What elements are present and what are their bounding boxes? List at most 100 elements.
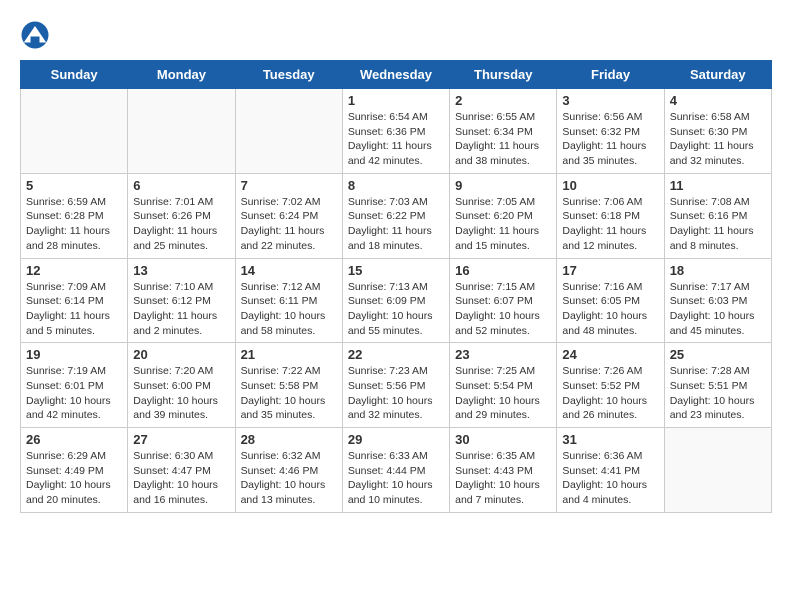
day-info: Sunrise: 6:30 AM Sunset: 4:47 PM Dayligh…: [133, 449, 229, 508]
day-info: Sunrise: 7:20 AM Sunset: 6:00 PM Dayligh…: [133, 364, 229, 423]
calendar-cell: 10 Sunrise: 7:06 AM Sunset: 6:18 PM Dayli…: [557, 173, 664, 258]
weekday-header: Monday: [128, 61, 235, 89]
calendar-cell: 21 Sunrise: 7:22 AM Sunset: 5:58 PM Dayli…: [235, 343, 342, 428]
day-info: Sunrise: 6:58 AM Sunset: 6:30 PM Dayligh…: [670, 110, 766, 169]
day-info: Sunrise: 7:23 AM Sunset: 5:56 PM Dayligh…: [348, 364, 444, 423]
calendar-cell: 30 Sunrise: 6:35 AM Sunset: 4:43 PM Dayli…: [450, 428, 557, 513]
day-number: 28: [241, 432, 337, 447]
day-info: Sunrise: 7:03 AM Sunset: 6:22 PM Dayligh…: [348, 195, 444, 254]
day-number: 22: [348, 347, 444, 362]
day-info: Sunrise: 6:29 AM Sunset: 4:49 PM Dayligh…: [26, 449, 122, 508]
day-info: Sunrise: 7:15 AM Sunset: 6:07 PM Dayligh…: [455, 280, 551, 339]
day-number: 24: [562, 347, 658, 362]
calendar-week-row: 5 Sunrise: 6:59 AM Sunset: 6:28 PM Daylig…: [21, 173, 772, 258]
calendar-cell: 7Sunrise: 7:02 AM Sunset: 6:24 PM Daylig…: [235, 173, 342, 258]
day-info: Sunrise: 7:28 AM Sunset: 5:51 PM Dayligh…: [670, 364, 766, 423]
weekday-header-row: SundayMondayTuesdayWednesdayThursdayFrid…: [21, 61, 772, 89]
calendar-week-row: 19 Sunrise: 7:19 AM Sunset: 6:01 PM Dayli…: [21, 343, 772, 428]
day-info: Sunrise: 6:54 AM Sunset: 6:36 PM Dayligh…: [348, 110, 444, 169]
page-header: [20, 20, 772, 50]
day-number: 26: [26, 432, 122, 447]
day-info: Sunrise: 7:08 AM Sunset: 6:16 PM Dayligh…: [670, 195, 766, 254]
calendar-cell: 22 Sunrise: 7:23 AM Sunset: 5:56 PM Dayli…: [342, 343, 449, 428]
calendar-cell: 19 Sunrise: 7:19 AM Sunset: 6:01 PM Dayli…: [21, 343, 128, 428]
day-number: 11: [670, 178, 766, 193]
calendar-cell: 3Sunrise: 6:56 AM Sunset: 6:32 PM Daylig…: [557, 89, 664, 174]
calendar-week-row: 26 Sunrise: 6:29 AM Sunset: 4:49 PM Dayli…: [21, 428, 772, 513]
calendar-cell: 4 Sunrise: 6:58 AM Sunset: 6:30 PM Daylig…: [664, 89, 771, 174]
calendar-cell: 14 Sunrise: 7:12 AM Sunset: 6:11 PM Dayli…: [235, 258, 342, 343]
day-number: 19: [26, 347, 122, 362]
logo-icon: [20, 20, 50, 50]
calendar-week-row: 1 Sunrise: 6:54 AM Sunset: 6:36 PM Daylig…: [21, 89, 772, 174]
day-number: 15: [348, 263, 444, 278]
day-info: Sunrise: 7:09 AM Sunset: 6:14 PM Dayligh…: [26, 280, 122, 339]
calendar-cell: [235, 89, 342, 174]
weekday-header: Sunday: [21, 61, 128, 89]
calendar-cell: 24Sunrise: 7:26 AM Sunset: 5:52 PM Dayli…: [557, 343, 664, 428]
day-number: 12: [26, 263, 122, 278]
weekday-header: Wednesday: [342, 61, 449, 89]
day-info: Sunrise: 6:59 AM Sunset: 6:28 PM Dayligh…: [26, 195, 122, 254]
day-info: Sunrise: 7:13 AM Sunset: 6:09 PM Dayligh…: [348, 280, 444, 339]
day-info: Sunrise: 6:36 AM Sunset: 4:41 PM Dayligh…: [562, 449, 658, 508]
day-number: 7: [241, 178, 337, 193]
calendar-cell: 27 Sunrise: 6:30 AM Sunset: 4:47 PM Dayli…: [128, 428, 235, 513]
calendar-cell: 2 Sunrise: 6:55 AM Sunset: 6:34 PM Daylig…: [450, 89, 557, 174]
day-info: Sunrise: 7:10 AM Sunset: 6:12 PM Dayligh…: [133, 280, 229, 339]
day-info: Sunrise: 7:25 AM Sunset: 5:54 PM Dayligh…: [455, 364, 551, 423]
day-number: 4: [670, 93, 766, 108]
day-number: 17: [562, 263, 658, 278]
day-number: 5: [26, 178, 122, 193]
calendar-cell: [128, 89, 235, 174]
calendar-cell: 15 Sunrise: 7:13 AM Sunset: 6:09 PM Dayli…: [342, 258, 449, 343]
calendar-cell: 16 Sunrise: 7:15 AM Sunset: 6:07 PM Dayli…: [450, 258, 557, 343]
logo: [20, 20, 54, 50]
calendar-cell: 9Sunrise: 7:05 AM Sunset: 6:20 PM Daylig…: [450, 173, 557, 258]
calendar-cell: 28 Sunrise: 6:32 AM Sunset: 4:46 PM Dayli…: [235, 428, 342, 513]
day-number: 8: [348, 178, 444, 193]
day-info: Sunrise: 7:12 AM Sunset: 6:11 PM Dayligh…: [241, 280, 337, 339]
day-number: 16: [455, 263, 551, 278]
calendar-cell: 25Sunrise: 7:28 AM Sunset: 5:51 PM Dayli…: [664, 343, 771, 428]
day-info: Sunrise: 7:16 AM Sunset: 6:05 PM Dayligh…: [562, 280, 658, 339]
day-number: 20: [133, 347, 229, 362]
calendar-cell: [21, 89, 128, 174]
calendar-cell: 12 Sunrise: 7:09 AM Sunset: 6:14 PM Dayli…: [21, 258, 128, 343]
day-number: 1: [348, 93, 444, 108]
day-number: 21: [241, 347, 337, 362]
weekday-header: Thursday: [450, 61, 557, 89]
day-number: 14: [241, 263, 337, 278]
day-info: Sunrise: 7:19 AM Sunset: 6:01 PM Dayligh…: [26, 364, 122, 423]
day-number: 2: [455, 93, 551, 108]
day-info: Sunrise: 7:17 AM Sunset: 6:03 PM Dayligh…: [670, 280, 766, 339]
calendar-cell: 20 Sunrise: 7:20 AM Sunset: 6:00 PM Dayli…: [128, 343, 235, 428]
day-number: 13: [133, 263, 229, 278]
calendar-week-row: 12 Sunrise: 7:09 AM Sunset: 6:14 PM Dayli…: [21, 258, 772, 343]
day-number: 27: [133, 432, 229, 447]
day-info: Sunrise: 7:05 AM Sunset: 6:20 PM Dayligh…: [455, 195, 551, 254]
day-number: 29: [348, 432, 444, 447]
day-number: 30: [455, 432, 551, 447]
day-info: Sunrise: 6:35 AM Sunset: 4:43 PM Dayligh…: [455, 449, 551, 508]
day-number: 10: [562, 178, 658, 193]
calendar-cell: 8 Sunrise: 7:03 AM Sunset: 6:22 PM Daylig…: [342, 173, 449, 258]
day-number: 3: [562, 93, 658, 108]
day-number: 6: [133, 178, 229, 193]
day-info: Sunrise: 6:32 AM Sunset: 4:46 PM Dayligh…: [241, 449, 337, 508]
calendar-cell: 31 Sunrise: 6:36 AM Sunset: 4:41 PM Dayli…: [557, 428, 664, 513]
day-info: Sunrise: 7:06 AM Sunset: 6:18 PM Dayligh…: [562, 195, 658, 254]
calendar-cell: 1 Sunrise: 6:54 AM Sunset: 6:36 PM Daylig…: [342, 89, 449, 174]
calendar-cell: 17 Sunrise: 7:16 AM Sunset: 6:05 PM Dayli…: [557, 258, 664, 343]
weekday-header: Saturday: [664, 61, 771, 89]
weekday-header: Tuesday: [235, 61, 342, 89]
day-info: Sunrise: 7:01 AM Sunset: 6:26 PM Dayligh…: [133, 195, 229, 254]
day-number: 18: [670, 263, 766, 278]
calendar-cell: 13 Sunrise: 7:10 AM Sunset: 6:12 PM Dayli…: [128, 258, 235, 343]
calendar-cell: 29Sunrise: 6:33 AM Sunset: 4:44 PM Dayli…: [342, 428, 449, 513]
day-number: 23: [455, 347, 551, 362]
day-info: Sunrise: 7:22 AM Sunset: 5:58 PM Dayligh…: [241, 364, 337, 423]
day-info: Sunrise: 6:55 AM Sunset: 6:34 PM Dayligh…: [455, 110, 551, 169]
day-number: 31: [562, 432, 658, 447]
calendar-cell: 23 Sunrise: 7:25 AM Sunset: 5:54 PM Dayli…: [450, 343, 557, 428]
